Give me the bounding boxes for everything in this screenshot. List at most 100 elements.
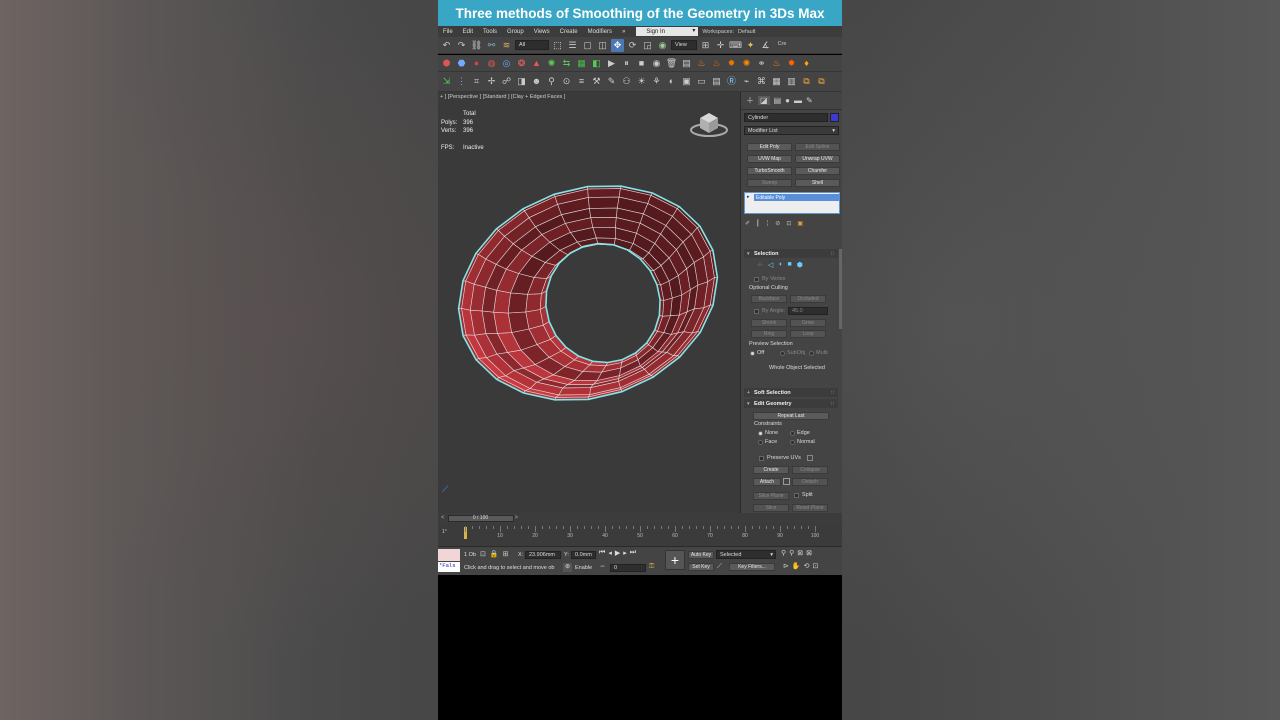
fx-icon[interactable]: ⧉ — [800, 75, 813, 88]
fire-effect-icon-3[interactable]: ✹ — [725, 57, 738, 70]
redo-icon[interactable]: ↷ — [455, 39, 468, 52]
detach-button[interactable]: Detach — [792, 478, 828, 486]
fire-effect-icon-5[interactable]: ♨ — [770, 57, 783, 70]
preview-off-radio[interactable] — [750, 351, 755, 356]
grow-button[interactable]: Grow — [790, 319, 826, 327]
menu-overflow-icon[interactable]: » — [617, 29, 630, 35]
zoom-icon[interactable]: ⚲ — [781, 549, 786, 557]
unlink-icon[interactable]: ⚯ — [485, 39, 498, 52]
character-icon[interactable]: ☻ — [530, 75, 543, 88]
repeat-last-button[interactable]: Repeat Last — [753, 412, 829, 420]
rc-icon[interactable]: Ⓡ — [725, 75, 738, 88]
box-icon[interactable]: ⬢ — [440, 57, 453, 70]
loop-button[interactable]: Loop — [790, 330, 826, 338]
key-filters-button[interactable]: Key Filters... — [729, 563, 775, 571]
timeline-ruler[interactable]: 1° 10 20 30 40 50 60 70 80 90 100 — [438, 523, 842, 547]
point-icon[interactable]: ✢ — [485, 75, 498, 88]
pan-icon[interactable]: ✋ — [792, 562, 801, 570]
fire-effect-icon-2[interactable]: ♨ — [710, 57, 723, 70]
make-unique-icon[interactable]: ╎ — [766, 220, 770, 229]
angle-snap-icon[interactable]: ∡ — [759, 39, 772, 52]
time-slider[interactable]: 0 / 100 — [447, 514, 514, 522]
unwrap-uvw-button[interactable]: Unwrap UVW — [795, 155, 840, 163]
reset-plane-button[interactable]: Reset Plane — [792, 504, 828, 512]
shrink-button[interactable]: Shrink — [751, 319, 787, 327]
set-key-button[interactable]: Set Key — [688, 563, 714, 571]
utilities-tab-icon[interactable]: ✎ — [806, 96, 813, 105]
tools-icon[interactable]: ⚒ — [590, 75, 603, 88]
layer-explorer-icon[interactable]: 1° — [442, 529, 447, 535]
edit-poly-button[interactable]: Edit Poly — [747, 143, 792, 151]
slice-button[interactable]: Slice — [753, 504, 789, 512]
render-icon[interactable]: ▤ — [710, 75, 723, 88]
show-end-result-icon[interactable]: ┃ — [756, 220, 760, 229]
constraint-face-radio[interactable] — [758, 440, 763, 445]
bone-icon[interactable]: ☍ — [500, 75, 513, 88]
geosphere-icon[interactable]: ◍ — [485, 57, 498, 70]
frame-icon[interactable]: ▥ — [785, 75, 798, 88]
attach-button[interactable]: Attach — [753, 478, 781, 486]
fire-effect-icon-4[interactable]: ✺ — [740, 57, 753, 70]
zoom-extents-all-icon[interactable]: ⊠ — [806, 549, 812, 557]
undo-icon[interactable]: ↶ — [440, 39, 453, 52]
modifier-stack[interactable]: ▸ Editable Poly — [744, 192, 840, 214]
collapse-button[interactable]: Collapse — [792, 466, 828, 474]
selection-rollout-header[interactable]: ▾ Selection ∷ — [744, 249, 838, 258]
sign-in-dropdown[interactable]: Sign In ▾ — [636, 27, 699, 36]
torus-icon[interactable]: ❂ — [515, 57, 528, 70]
trash-icon[interactable]: 🗑 — [665, 57, 678, 70]
angle-spinner[interactable]: 45.0 — [788, 307, 828, 315]
panel-scrollbar[interactable] — [839, 249, 842, 329]
go-to-start-icon[interactable]: ⏮ — [599, 549, 605, 557]
sphere-icon[interactable]: ● — [470, 57, 483, 70]
reference-coord-select[interactable]: View — [671, 40, 697, 50]
table-icon[interactable]: ▦ — [770, 75, 783, 88]
constraint-none-radio[interactable] — [758, 431, 763, 436]
wrench-icon[interactable]: ✎ — [605, 75, 618, 88]
cylinder-icon[interactable]: ⬣ — [455, 57, 468, 70]
modify-tab-icon[interactable]: ◪ — [758, 96, 770, 105]
key-mode-icon[interactable]: ⚿ — [649, 563, 654, 571]
time-config-icon[interactable]: ⇔ — [599, 563, 606, 570]
ring-button[interactable]: Ring — [751, 330, 787, 338]
configure-sets-icon[interactable]: ⊡ — [786, 220, 791, 229]
biped-icon[interactable]: ⚲ — [545, 75, 558, 88]
set-keys-button[interactable]: + — [665, 550, 685, 570]
constraint-edge-radio[interactable] — [790, 431, 795, 436]
constraint-normal-radio[interactable] — [790, 440, 795, 445]
orbit-icon[interactable]: ⟲ — [804, 562, 810, 570]
fire-effect-icon-6[interactable]: ✹ — [785, 57, 798, 70]
object-name-field[interactable]: Cylinder — [744, 113, 828, 122]
camera-icon[interactable]: ◨ — [515, 75, 528, 88]
preserve-uvs-settings-icon[interactable] — [807, 455, 813, 461]
preserve-uvs-checkbox[interactable] — [759, 456, 764, 461]
element-mode-icon[interactable]: ⬢ — [797, 261, 803, 269]
slice-plane-button[interactable]: Slice Plane — [753, 492, 789, 500]
menu-create[interactable]: Create — [555, 29, 583, 35]
place-icon[interactable]: ◉ — [656, 39, 669, 52]
menu-file[interactable]: File — [438, 29, 458, 35]
field-of-view-icon[interactable]: ⊳ — [783, 562, 789, 570]
link-chain-icon[interactable]: ⚭ — [755, 57, 768, 70]
polygon-mode-icon[interactable]: ■ — [788, 261, 792, 269]
menu-tools[interactable]: Tools — [478, 29, 502, 35]
maxscript-output[interactable]: *Fals — [438, 562, 460, 572]
render-setup-icon[interactable]: ▣ — [680, 75, 693, 88]
fx-icon-2[interactable]: ⧉ — [815, 75, 828, 88]
chamfer-button[interactable]: Chamfer — [795, 167, 840, 175]
record-icon[interactable]: ◉ — [650, 57, 663, 70]
soft-selection-rollout-header[interactable]: + Soft Selection ∷ — [744, 388, 838, 397]
snap-cube-icon[interactable]: ◧ — [590, 57, 603, 70]
motion-tab-icon[interactable]: ● — [785, 96, 790, 105]
pause-icon[interactable]: ⏸ — [620, 57, 633, 70]
perspective-viewport[interactable]: + ] [Perspective ] [Standard ] [Clay + E… — [438, 92, 740, 513]
go-to-end-icon[interactable]: ⏭ — [630, 549, 636, 557]
scale-icon[interactable]: ◲ — [641, 39, 654, 52]
list-icon[interactable]: ▤ — [680, 57, 693, 70]
rect-selection-icon[interactable]: ▢ — [581, 39, 594, 52]
preview-subobj-radio[interactable] — [780, 351, 785, 356]
by-vertex-checkbox[interactable] — [754, 277, 759, 282]
play-button-icon[interactable]: ▶ — [615, 549, 620, 557]
expand-arrow-icon[interactable]: ▸ — [747, 194, 750, 200]
create-tab-icon[interactable]: ＋ — [746, 95, 754, 106]
